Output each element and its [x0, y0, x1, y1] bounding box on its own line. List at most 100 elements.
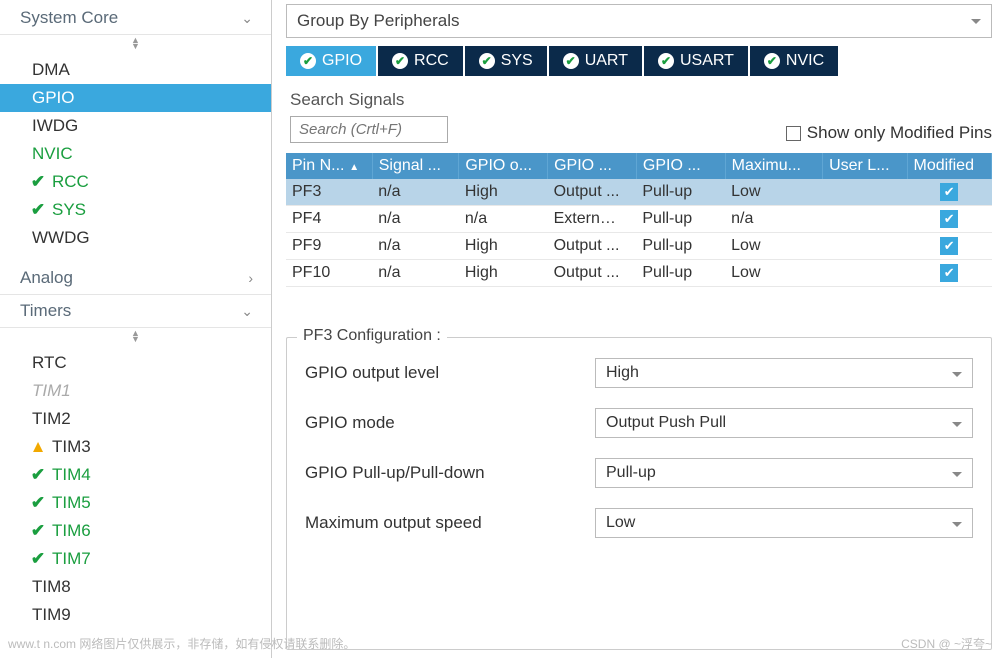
sidebar-item-label: NVIC [32, 144, 73, 164]
sidebar-item-label: TIM7 [52, 549, 91, 569]
sidebar-item-tim7[interactable]: ✔TIM7 [0, 545, 271, 573]
table-cell: n/a [372, 260, 459, 287]
table-cell: Low [725, 179, 822, 206]
column-header[interactable]: User L... [823, 153, 907, 179]
checked-icon: ✔ [940, 210, 958, 228]
check-circle-icon: ✔ [764, 53, 780, 69]
sidebar-item-tim5[interactable]: ✔TIM5 [0, 489, 271, 517]
sidebar-item-dma[interactable]: DMA [0, 56, 271, 84]
category-header[interactable]: System Core⌄ [0, 2, 271, 35]
sidebar-item-label: WWDG [32, 228, 90, 248]
column-header[interactable]: GPIO ... [636, 153, 725, 179]
sidebar-item-tim3[interactable]: ▲TIM3 [0, 433, 271, 461]
config-label: Maximum output speed [305, 513, 595, 533]
table-cell: n/a [372, 233, 459, 260]
sidebar-item-tim4[interactable]: ✔TIM4 [0, 461, 271, 489]
config-select[interactable]: High [595, 358, 973, 388]
watermark-left: www.t n.com 网络图片仅供展示，非存储，如有侵权请联系删除。 [8, 635, 355, 652]
category-label: Analog [20, 268, 73, 288]
config-row: GPIO modeOutput Push Pull [305, 408, 973, 438]
category-header[interactable]: Analog› [0, 262, 271, 295]
table-cell: n/a [372, 179, 459, 206]
table-row[interactable]: PF3n/aHighOutput ...Pull-upLow✔ [286, 179, 992, 206]
sidebar-item-label: TIM8 [32, 577, 71, 597]
column-header[interactable]: Modified [907, 153, 992, 179]
group-by-select[interactable]: Group By Peripherals [286, 4, 992, 38]
watermark-right: CSDN @ ~浮夸~ [901, 635, 992, 652]
table-row[interactable]: PF9n/aHighOutput ...Pull-upLow✔ [286, 233, 992, 260]
sidebar-item-iwdg[interactable]: IWDG [0, 112, 271, 140]
sidebar-item-tim1[interactable]: TIM1 [0, 377, 271, 405]
modified-cell[interactable]: ✔ [907, 260, 992, 287]
table-cell: PF10 [286, 260, 372, 287]
chevron-down-icon: ⌄ [241, 10, 253, 27]
peripheral-tabs: ✔GPIO✔RCC✔SYS✔UART✔USART✔NVIC [286, 46, 992, 76]
table-row[interactable]: PF4n/an/aExtern…Pull-upn/a✔ [286, 206, 992, 233]
config-select[interactable]: Pull-up [595, 458, 973, 488]
sidebar-item-tim2[interactable]: TIM2 [0, 405, 271, 433]
table-cell: Output ... [548, 260, 637, 287]
table-cell: Low [725, 260, 822, 287]
sort-icon[interactable]: ▲▼ [0, 328, 271, 347]
tab-usart[interactable]: ✔USART [644, 46, 748, 76]
sidebar-item-rcc[interactable]: ✔ RCC [0, 168, 271, 196]
check-circle-icon: ✔ [658, 53, 674, 69]
tab-label: NVIC [786, 52, 824, 70]
column-header[interactable]: Maximu... [725, 153, 822, 179]
config-label: GPIO output level [305, 363, 595, 383]
sidebar-item-label: RCC [52, 172, 89, 192]
column-header[interactable]: GPIO ... [548, 153, 637, 179]
check-icon: ✔ [30, 172, 46, 192]
config-label: GPIO Pull-up/Pull-down [305, 463, 595, 483]
search-row: Search Signals Show only Modified Pins [290, 90, 992, 143]
sidebar-item-label: TIM2 [32, 409, 71, 429]
config-row: GPIO output levelHigh [305, 358, 973, 388]
table-row[interactable]: PF10n/aHighOutput ...Pull-upLow ✔ [286, 260, 992, 287]
table-cell: Pull-up [636, 233, 725, 260]
tab-sys[interactable]: ✔SYS [465, 46, 547, 76]
check-icon: ✔ [30, 521, 46, 541]
tab-rcc[interactable]: ✔RCC [378, 46, 463, 76]
category-header[interactable]: Timers⌄ [0, 295, 271, 328]
config-select[interactable]: Output Push Pull [595, 408, 973, 438]
table-cell: Pull-up [636, 260, 725, 287]
column-header[interactable]: GPIO o... [459, 153, 548, 179]
tab-nvic[interactable]: ✔ NVIC [750, 46, 838, 76]
sidebar-item-nvic[interactable]: NVIC [0, 140, 271, 168]
tab-gpio[interactable]: ✔GPIO [286, 46, 376, 76]
checked-icon: ✔ [940, 264, 958, 282]
pins-table: Pin N... ▲Signal ...GPIO o...GPIO ...GPI… [286, 153, 992, 287]
search-input[interactable] [290, 116, 448, 143]
sidebar-item-label: SYS [52, 200, 86, 220]
modified-cell[interactable]: ✔ [907, 179, 992, 206]
sidebar-item-label: TIM1 [32, 381, 71, 401]
table-cell: High [459, 233, 548, 260]
sidebar-item-tim6[interactable]: ✔TIM6 [0, 517, 271, 545]
table-cell: n/a [459, 206, 548, 233]
table-header-row: Pin N... ▲Signal ...GPIO o...GPIO ...GPI… [286, 153, 992, 179]
table-cell: Extern… [548, 206, 637, 233]
sidebar-item-tim8[interactable]: TIM8 [0, 573, 271, 601]
column-header[interactable]: Signal ... [372, 153, 459, 179]
sidebar-item-sys[interactable]: ✔SYS [0, 196, 271, 224]
chevron-down-icon: ⌄ [241, 303, 253, 320]
config-label: GPIO mode [305, 413, 595, 433]
modified-cell[interactable]: ✔ [907, 233, 992, 260]
show-only-modified-checkbox[interactable]: Show only Modified Pins [786, 123, 992, 143]
sidebar-item-tim9[interactable]: TIM9 [0, 601, 271, 629]
column-header[interactable]: Pin N... ▲ [286, 153, 372, 179]
tab-uart[interactable]: ✔UART [549, 46, 642, 76]
sort-icon[interactable]: ▲▼ [0, 35, 271, 54]
checkbox-icon [786, 126, 801, 141]
main-panel: Group By Peripherals ✔GPIO✔RCC✔SYS✔UART✔… [272, 0, 1000, 658]
config-select[interactable]: Low [595, 508, 973, 538]
sidebar: System Core⌄▲▼DMAGPIOIWDGNVIC✔RCC✔SYSWWD… [0, 0, 272, 658]
sidebar-item-gpio[interactable]: GPIO [0, 84, 271, 112]
checked-icon: ✔ [940, 183, 958, 201]
table-cell [823, 233, 907, 260]
sidebar-item-wwdg[interactable]: WWDG [0, 224, 271, 252]
table-cell: PF4 [286, 206, 372, 233]
sidebar-item-rtc[interactable]: RTC [0, 349, 271, 377]
table-cell: High [459, 260, 548, 287]
modified-cell[interactable]: ✔ [907, 206, 992, 233]
